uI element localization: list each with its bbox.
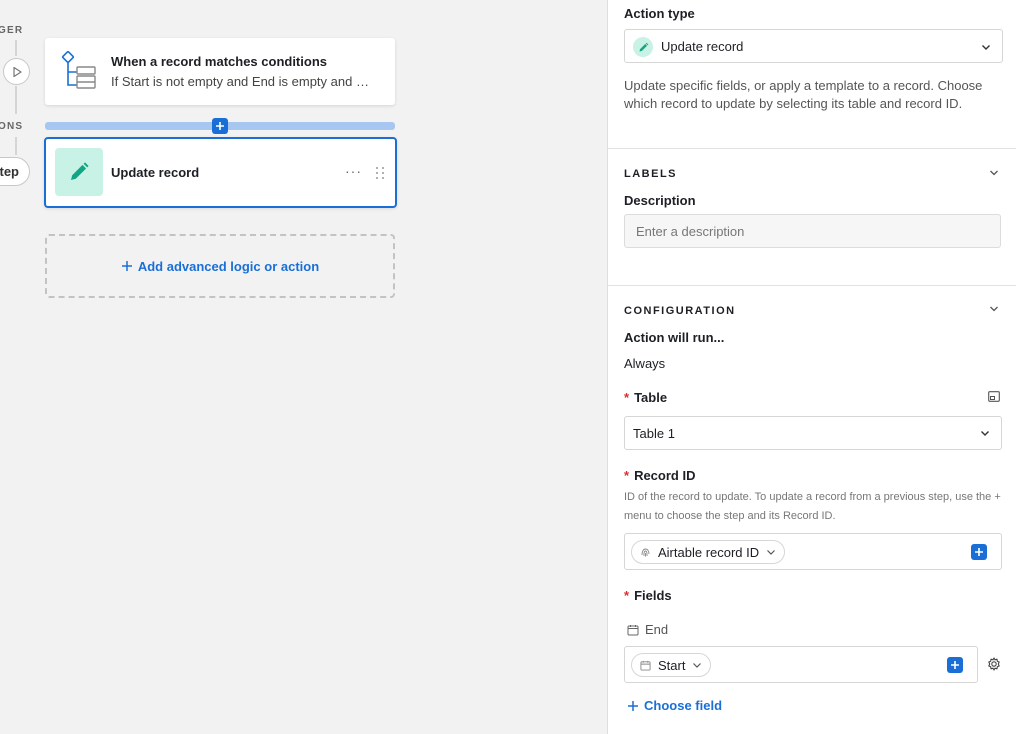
action-icon-tile [55, 148, 103, 196]
add-step-button[interactable]: tep [0, 157, 30, 186]
play-icon [12, 66, 22, 77]
labels-heading: LABELS [624, 168, 677, 180]
field-end-label: End [645, 622, 669, 637]
chevron-down-icon [982, 45, 990, 50]
configuration-heading: CONFIGURATION [624, 305, 736, 317]
trigger-card[interactable]: When a record matches conditions If Star… [45, 38, 395, 105]
record-id-token-label: Airtable record ID [658, 544, 760, 560]
fingerprint-icon [641, 548, 650, 556]
record-id-token[interactable]: Airtable record ID [631, 540, 786, 564]
divider [608, 148, 1016, 149]
insert-dynamic-value-button[interactable] [947, 657, 963, 673]
required-marker: * [624, 468, 630, 483]
automation-canvas: GER ONS tep When a record matches condit… [0, 0, 607, 734]
more-options-icon[interactable]: ··· [345, 163, 362, 179]
chevron-down-icon [693, 663, 702, 668]
rail-trigger-label: GER [0, 25, 24, 36]
fields-label: * Fields [624, 588, 672, 603]
description-placeholder: Enter a description [636, 223, 745, 239]
trigger-subtitle: If Start is not empty and End is empty a… [111, 74, 369, 89]
table-select-value: Table 1 [633, 426, 675, 441]
rail-line-top [15, 40, 17, 56]
description-input[interactable]: Enter a description [624, 214, 1001, 248]
rail-actions-label: ONS [0, 121, 24, 132]
drag-handle-icon[interactable] [375, 166, 385, 180]
trigger-title: When a record matches conditions [111, 54, 327, 69]
calendar-icon [627, 624, 639, 635]
description-label: Description [624, 193, 696, 208]
insert-step-button[interactable] [212, 118, 228, 134]
record-id-label: * Record ID [624, 468, 695, 483]
table-label: * Table [624, 390, 667, 405]
record-id-label-text: Record ID [634, 468, 696, 483]
action-config-panel: Action type Update record Update specifi… [607, 0, 1016, 734]
rail-line-mid [15, 86, 17, 114]
add-advanced-logic-label: Add advanced logic or action [137, 258, 320, 274]
conditions-tree-icon [61, 51, 96, 89]
chevron-down-icon[interactable] [989, 168, 999, 178]
gear-icon[interactable] [987, 657, 1001, 671]
plus-icon [975, 548, 983, 556]
chevron-down-icon[interactable] [989, 304, 999, 314]
record-id-help: ID of the record to update. To update a … [624, 491, 1001, 522]
action-title: Update record [111, 165, 200, 180]
table-label-text: Table [634, 390, 668, 405]
plus-icon [951, 661, 959, 669]
action-type-value: Update record [661, 39, 744, 54]
chevron-down-icon [767, 550, 776, 555]
action-run-value: Always [624, 356, 666, 371]
required-marker: * [624, 390, 630, 405]
test-run-button[interactable] [3, 58, 30, 85]
start-token-label: Start [658, 657, 686, 673]
action-type-label: Action type [624, 6, 695, 21]
record-id-input[interactable]: Airtable record ID [624, 533, 1002, 570]
plus-icon [628, 700, 638, 711]
action-type-select[interactable]: Update record [624, 29, 1003, 63]
plus-icon [121, 261, 132, 271]
required-marker: * [624, 588, 630, 603]
field-end-input[interactable]: Start [624, 646, 978, 683]
plus-icon [216, 122, 224, 130]
pencil-icon [633, 37, 653, 57]
fields-label-text: Fields [634, 588, 672, 603]
divider [608, 285, 1016, 286]
add-advanced-logic-button[interactable]: Add advanced logic or action [45, 234, 395, 298]
chevron-down-icon [981, 431, 989, 436]
field-end-row: End [627, 622, 668, 637]
action-card-update-record[interactable]: Update record ··· [44, 137, 397, 208]
add-step-label: tep [0, 164, 19, 179]
rail-line-bottom [15, 137, 17, 155]
action-type-description: Update specific fields, or apply a templ… [624, 78, 983, 111]
pencil-icon [71, 162, 89, 180]
table-select[interactable]: Table 1 [624, 416, 1002, 450]
action-run-label: Action will run... [624, 330, 725, 345]
insert-dynamic-value-button[interactable] [971, 544, 987, 560]
choose-field-button[interactable]: Choose field [627, 698, 722, 713]
table-expand-icon[interactable] [988, 391, 1000, 402]
calendar-icon [640, 660, 651, 671]
choose-field-label: Choose field [644, 698, 723, 713]
start-token[interactable]: Start [631, 653, 712, 677]
